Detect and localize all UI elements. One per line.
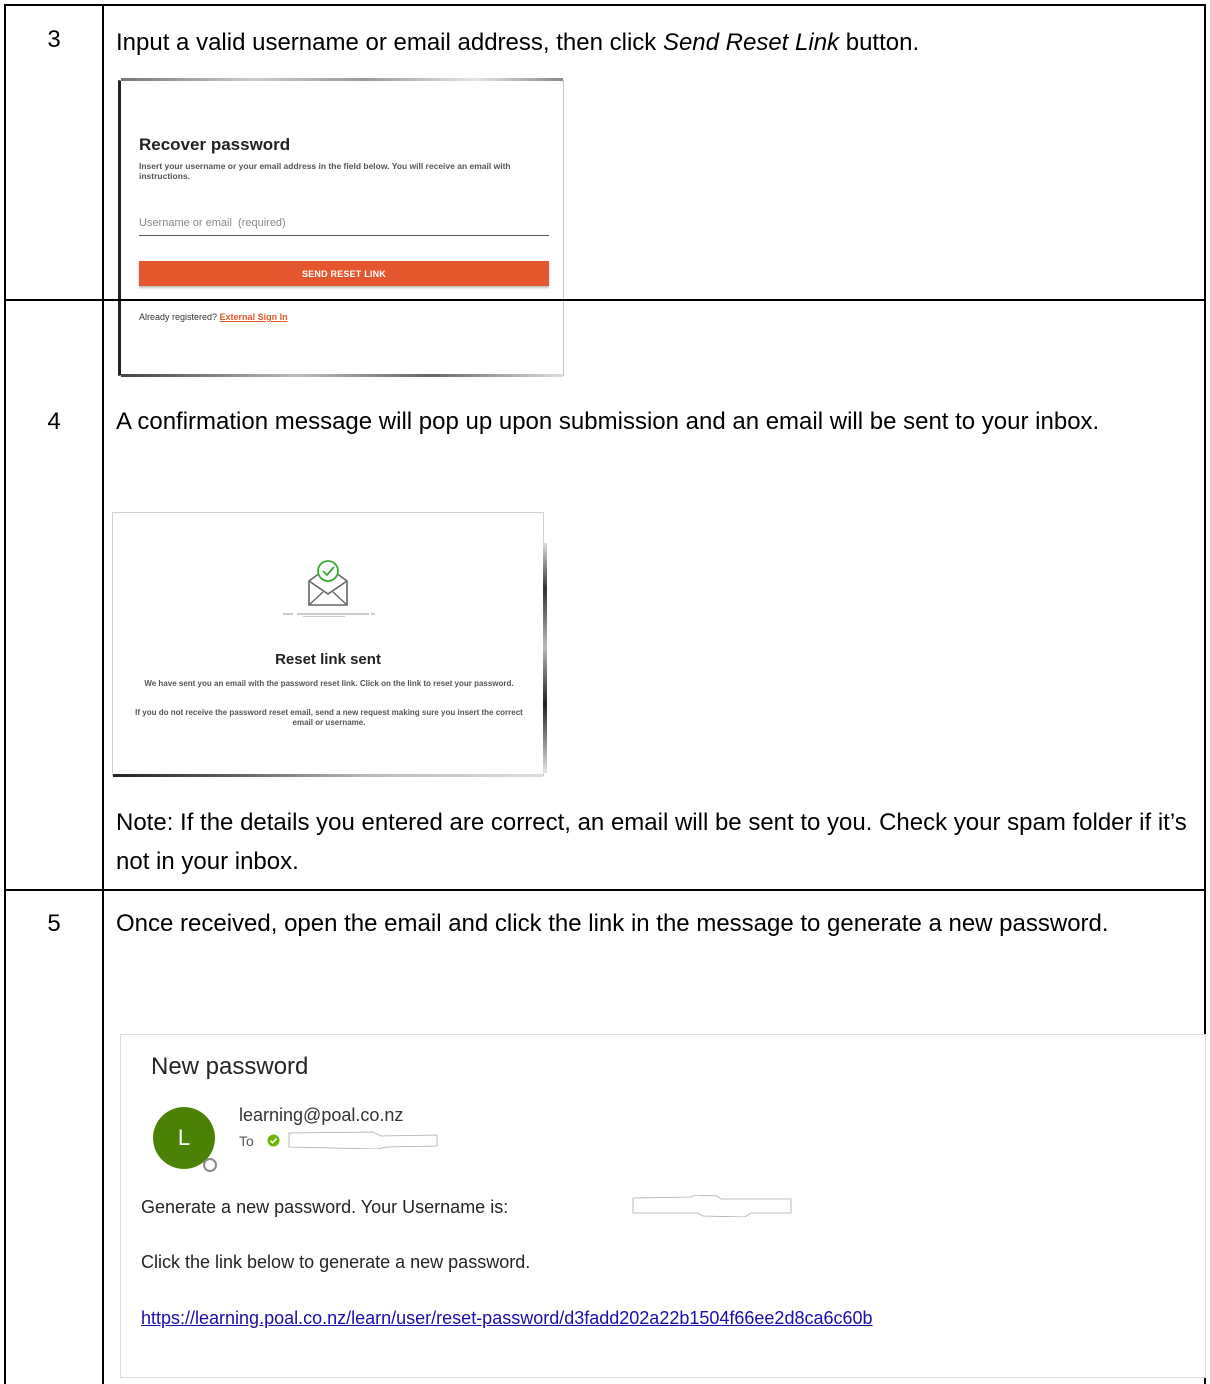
email-username-line: Generate a new password. Your Username i… [141,1197,509,1217]
presence-status-icon [203,1158,217,1172]
verified-check-icon [267,1134,280,1147]
envelope-check-icon [308,560,348,606]
step-number: 3 [47,26,61,53]
row-divider [6,299,1204,301]
step-text-emphasis: Send Reset Link [662,29,840,56]
reset-link-sent-message: We have sent you an email with the passw… [144,679,514,688]
send-reset-link-button[interactable]: SEND RESET LINK [139,261,549,286]
column-divider [102,6,104,1384]
step-text: A confirmation message will pop up upon … [116,408,1100,435]
sign-in-footer: Already registered? External Sign In [139,312,288,322]
reset-link-sent-title: Reset link sent [275,651,381,668]
email-instruction-line: Click the link below to generate a new p… [141,1252,531,1272]
footer-text: Already registered? [139,312,220,322]
step-note: Note: If the details you entered are cor… [116,809,1187,875]
sender-address: learning@poal.co.nz [239,1105,404,1125]
step-text: Input a valid username or email address,… [116,23,1191,62]
recover-password-description: Insert your username or your email addre… [139,161,511,181]
background-strip [113,774,543,777]
background-strip [121,374,563,377]
divider-lines [283,613,375,617]
recover-password-screenshot: Recover password Insert your username or… [118,78,564,377]
step-number: 5 [47,910,61,937]
recipient-label: To [239,1133,254,1149]
reset-link-sent-screenshot: Reset link sent We have sent you an emai… [112,512,547,777]
step-text: Once received, open the email and click … [116,910,1109,937]
username-or-email-input[interactable] [139,211,549,236]
external-sign-in-link[interactable]: External Sign In [220,312,288,322]
email-screenshot: New password L learning@poal.co.nz To Ge… [120,1034,1206,1378]
step-text-part: Input a valid username or email address,… [116,29,663,56]
background-strip [543,543,547,773]
reset-link-sent-hint: If you do not receive the password reset… [135,708,523,727]
step-number: 4 [47,408,61,435]
recover-password-title: Recover password [139,135,291,154]
background-strip [121,78,563,81]
redacted-username [632,1195,792,1217]
step-text-part: button. [839,29,920,56]
reset-password-link[interactable]: https://learning.poal.co.nz/learn/user/r… [141,1308,873,1329]
email-subject: New password [151,1053,309,1080]
redacted-recipient [288,1131,438,1149]
row-divider [6,889,1204,891]
